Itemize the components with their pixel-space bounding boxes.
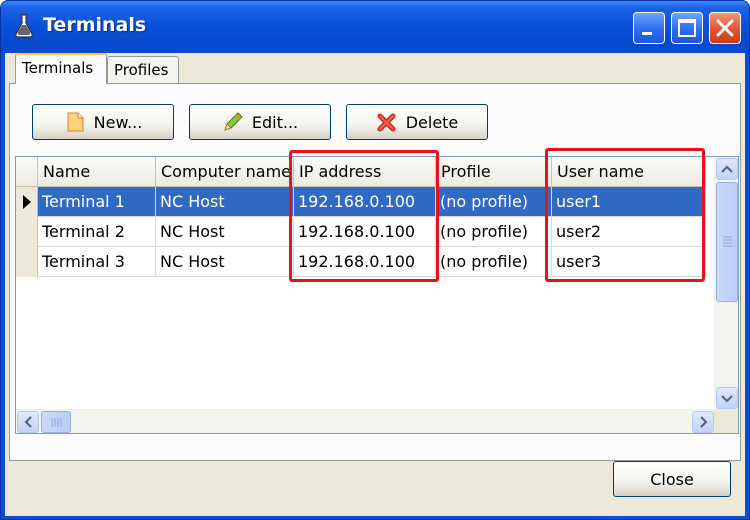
grid-header: Name Computer name IP address Profile Us… bbox=[16, 157, 706, 187]
chevron-left-icon bbox=[24, 416, 32, 428]
edit-button[interactable]: Edit... bbox=[189, 104, 331, 140]
title-bar[interactable]: Terminals bbox=[1, 1, 749, 53]
cell-user-name: user1 bbox=[552, 187, 706, 217]
header-indicator-cell bbox=[16, 157, 38, 187]
cell-name: Terminal 2 bbox=[38, 217, 156, 247]
horizontal-scroll-thumb[interactable] bbox=[41, 411, 71, 433]
pencil-icon bbox=[224, 112, 243, 131]
grip-lines-icon bbox=[51, 418, 62, 427]
close-window-button[interactable] bbox=[709, 12, 741, 44]
cell-user-name: user2 bbox=[552, 217, 706, 247]
terminals-window: Terminals Terminals Profiles New... Edit… bbox=[0, 0, 750, 520]
terminals-grid[interactable]: Name Computer name IP address Profile Us… bbox=[15, 156, 739, 434]
minimize-icon bbox=[642, 32, 652, 35]
scroll-left-button[interactable] bbox=[17, 411, 39, 433]
scrollbar-corner bbox=[714, 409, 738, 433]
minimize-button[interactable] bbox=[633, 12, 665, 44]
close-button[interactable]: Close bbox=[613, 461, 731, 497]
column-header-user-name[interactable]: User name bbox=[552, 157, 706, 187]
close-icon bbox=[716, 19, 734, 37]
red-x-delete-icon bbox=[377, 113, 396, 132]
maximize-button[interactable] bbox=[671, 12, 703, 44]
grip-lines-icon bbox=[723, 236, 732, 247]
cell-ip-address: 192.168.0.100 bbox=[294, 247, 436, 277]
table-row[interactable]: Terminal 1 NC Host 192.168.0.100 (no pro… bbox=[16, 187, 706, 217]
horizontal-scrollbar[interactable] bbox=[16, 409, 716, 433]
scroll-right-button[interactable] bbox=[692, 411, 714, 433]
column-header-profile[interactable]: Profile bbox=[436, 157, 552, 187]
column-header-ip-address[interactable]: IP address bbox=[294, 157, 436, 187]
cell-computer-name: NC Host bbox=[156, 247, 294, 277]
cell-name: Terminal 1 bbox=[38, 187, 156, 217]
edit-button-label: Edit... bbox=[251, 112, 299, 132]
close-button-label: Close bbox=[650, 469, 694, 489]
table-row[interactable]: Terminal 2 NC Host 192.168.0.100 (no pro… bbox=[16, 217, 706, 247]
maximize-icon bbox=[678, 19, 696, 37]
row-indicator bbox=[16, 247, 38, 277]
cell-computer-name: NC Host bbox=[156, 187, 294, 217]
delete-button[interactable]: Delete bbox=[346, 104, 488, 140]
chevron-down-icon bbox=[721, 395, 733, 403]
scroll-down-button[interactable] bbox=[716, 387, 738, 409]
cell-profile: (no profile) bbox=[436, 187, 552, 217]
chevron-up-icon bbox=[721, 165, 733, 173]
cell-ip-address: 192.168.0.100 bbox=[294, 187, 436, 217]
dialog-client-area: Terminals Profiles New... Edit... Delete… bbox=[5, 53, 745, 516]
delete-button-label: Delete bbox=[405, 112, 459, 132]
cell-profile: (no profile) bbox=[436, 217, 552, 247]
cell-profile: (no profile) bbox=[436, 247, 552, 277]
cell-user-name: user3 bbox=[552, 247, 706, 277]
new-document-icon bbox=[67, 112, 84, 132]
current-row-arrow-icon bbox=[23, 195, 31, 209]
tab-profiles-label: Profiles bbox=[114, 61, 169, 79]
tab-profiles[interactable]: Profiles bbox=[107, 56, 179, 83]
window-title: Terminals bbox=[43, 14, 147, 36]
new-button-label: New... bbox=[93, 112, 143, 132]
cell-ip-address: 192.168.0.100 bbox=[294, 217, 436, 247]
vertical-scroll-thumb[interactable] bbox=[716, 182, 738, 302]
cell-name: Terminal 3 bbox=[38, 247, 156, 277]
cell-computer-name: NC Host bbox=[156, 217, 294, 247]
column-header-computer-name[interactable]: Computer name bbox=[156, 157, 294, 187]
column-header-name[interactable]: Name bbox=[38, 157, 156, 187]
table-row[interactable]: Terminal 3 NC Host 192.168.0.100 (no pro… bbox=[16, 247, 706, 277]
row-indicator bbox=[16, 187, 38, 217]
row-indicator bbox=[16, 217, 38, 247]
flask-app-icon bbox=[15, 14, 33, 38]
vertical-scrollbar[interactable] bbox=[714, 157, 738, 412]
tab-terminals-label: Terminals bbox=[22, 59, 94, 77]
chevron-right-icon bbox=[700, 416, 708, 428]
new-button[interactable]: New... bbox=[32, 104, 174, 140]
tab-terminals[interactable]: Terminals bbox=[15, 53, 107, 84]
scroll-up-button[interactable] bbox=[716, 158, 738, 180]
